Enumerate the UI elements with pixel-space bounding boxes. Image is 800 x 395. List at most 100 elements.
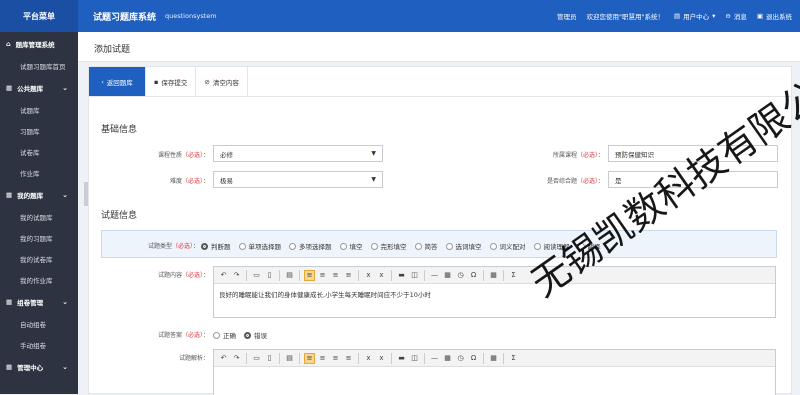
label-colon: ： — [202, 355, 209, 362]
superscript-icon[interactable]: x — [376, 353, 387, 364]
type-option-cloze[interactable]: 完形填空 — [370, 241, 407, 251]
nature-select[interactable]: 必修 ▼ — [213, 145, 383, 162]
answer-option-wrong[interactable]: 错误 — [244, 330, 267, 340]
format-icon[interactable]: ▤ — [284, 270, 295, 281]
paste-icon[interactable]: ▭ — [251, 270, 262, 281]
redo-icon[interactable]: ↷ — [231, 270, 242, 281]
sidebar-group-mine[interactable]: ▦ 我的题库 ⌄ — [0, 183, 78, 206]
editor-toolbar: ↶ ↷ ▭ ▯ ▤ ≡ ≡ ≡ ≡ xx ▬ ◫ — ▦ ◷ Ω ▦ Σ — [214, 267, 775, 284]
table-icon[interactable]: ▦ — [488, 270, 499, 281]
sidebar-item-test-bank[interactable]: 试题库 — [0, 99, 78, 120]
time-icon[interactable]: ◷ — [455, 353, 466, 364]
subscript-icon[interactable]: x — [363, 353, 374, 364]
sidebar-group-compose[interactable]: ▦ 组卷管理 ⌄ — [0, 290, 78, 313]
field-label-content: 试题内容（必选）： — [109, 270, 209, 279]
time-icon[interactable]: ◷ — [455, 270, 466, 281]
sidebar-item-homework-bank[interactable]: 作业库 — [0, 162, 78, 183]
sidebar-item-paper-bank[interactable]: 试卷库 — [0, 141, 78, 162]
subscript-icon[interactable]: x — [363, 270, 374, 281]
platform-menu-title[interactable]: 平台菜单 — [0, 0, 78, 32]
align-justify-icon[interactable]: ≡ — [343, 353, 354, 364]
sidebar-item-my-test-bank[interactable]: 我的试题库 — [0, 206, 78, 227]
sidebar-item-my-homework-bank[interactable]: 我的作业库 — [0, 269, 78, 290]
type-option-single-choice[interactable]: 单项选择题 — [238, 241, 282, 251]
align-right-icon[interactable]: ≡ — [330, 353, 341, 364]
sidebar-group-bank-system[interactable]: ⌂ 题库管理系统 — [0, 32, 78, 55]
undo-icon[interactable]: ↶ — [218, 270, 229, 281]
logout-link[interactable]: ▣ 退出系统 — [757, 11, 792, 21]
chevron-down-icon: ⌄ — [62, 362, 68, 371]
undo-icon[interactable]: ↶ — [218, 353, 229, 364]
chevron-down-icon: ▾ — [712, 12, 716, 20]
date-icon[interactable]: ▦ — [442, 270, 453, 281]
omega-icon[interactable]: Ω — [468, 353, 479, 364]
label-colon: ： — [202, 152, 209, 159]
content-editor[interactable]: ↶ ↷ ▭ ▯ ▤ ≡ ≡ ≡ ≡ xx ▬ ◫ — ▦ ◷ Ω ▦ Σ 良好的睡眠能让我们的身体… — [213, 266, 776, 318]
align-center-icon[interactable]: ≡ — [317, 270, 328, 281]
caret-down-icon: ▼ — [371, 176, 376, 183]
paste-text-icon[interactable]: ▯ — [264, 353, 275, 364]
superscript-icon[interactable]: x — [376, 270, 387, 281]
field-label-type: 试题类型（必选）： — [109, 241, 199, 250]
page-header: 添加试题 — [78, 32, 800, 62]
answer-option-correct[interactable]: 正确 — [213, 330, 236, 340]
content-text[interactable]: 良好的睡眠能让我们的身体健康成长,小学生每天睡眠时间应不少于10小时 — [214, 284, 775, 304]
horizontal-rule-icon[interactable]: — — [429, 270, 440, 281]
type-option-fill-blank[interactable]: 填空 — [339, 241, 363, 251]
sidebar-item-my-exercise-bank[interactable]: 我的习题库 — [0, 227, 78, 248]
messages-link[interactable]: ⊖ 消息 — [725, 11, 746, 21]
sidebar-item-my-paper-bank[interactable]: 我的试卷库 — [0, 248, 78, 269]
clear-button[interactable]: ⊘ 清空内容 — [196, 67, 248, 96]
align-left-icon[interactable]: ≡ — [304, 352, 315, 364]
type-option-true-false[interactable]: 判断题 — [201, 241, 231, 251]
sidebar-group-admin[interactable]: ▦ 管理中心 ⌄ — [0, 355, 78, 378]
sidebar-item-home[interactable]: 试题习题库首页 — [0, 55, 78, 76]
paste-icon[interactable]: ▭ — [251, 353, 262, 364]
form-panel: ‹ 返回题库 ▪ 保存提交 ⊘ 清空内容 基础信息 课程性质（必选）： 必修 ▼ 难度（… — [88, 66, 792, 395]
align-justify-icon[interactable]: ≡ — [343, 270, 354, 281]
paste-text-icon[interactable]: ▯ — [264, 270, 275, 281]
image-icon[interactable]: ▬ — [396, 270, 407, 281]
app-subtitle: questionsystem — [165, 12, 217, 20]
label-text: 试题内容 — [157, 272, 182, 279]
section-basic-info: 基础信息 — [101, 125, 138, 135]
sigma-icon[interactable]: Σ — [508, 270, 519, 281]
field-label-combined: 是否综合题（必选）： — [504, 176, 604, 185]
option-label: 填空 — [349, 243, 363, 251]
difficulty-select[interactable]: 极易 ▼ — [213, 171, 383, 188]
type-option-multi-choice[interactable]: 多项选择题 — [289, 241, 332, 251]
sigma-icon[interactable]: Σ — [508, 353, 519, 364]
align-left-icon[interactable]: ≡ — [304, 269, 315, 281]
sidebar-item-manual-compose[interactable]: 手动组卷 — [0, 334, 78, 355]
format-icon[interactable]: ▤ — [284, 353, 295, 364]
option-label: 单项选择题 — [248, 243, 282, 251]
messages-label: 消息 — [733, 13, 747, 21]
sidebar-item-auto-compose[interactable]: 自动组卷 — [0, 313, 78, 334]
user-center-menu[interactable]: ▤ 用户中心 ▾ — [674, 11, 715, 21]
top-bar: 平台菜单 试题习题库系统 questionsystem 管理员 欢迎您使用"职慧… — [0, 0, 800, 32]
clear-label: 清空内容 — [212, 78, 239, 87]
group-label: 我的题库 — [17, 191, 44, 200]
omega-icon[interactable]: Ω — [468, 270, 479, 281]
save-button[interactable]: ▪ 保存提交 — [146, 67, 197, 96]
analysis-editor[interactable]: ↶ ↷ ▭ ▯ ▤ ≡ ≡ ≡ ≡ xx ▬ ◫ — ▦ ◷ Ω ▦ Σ — [213, 349, 776, 395]
horizontal-rule-icon[interactable]: — — [429, 353, 440, 364]
sidebar-group-public[interactable]: ▦ 公共题库 ⌄ — [0, 76, 78, 99]
image-icon[interactable]: ▬ — [396, 353, 407, 364]
date-icon[interactable]: ▦ — [442, 353, 453, 364]
label-text: 试题类型 — [147, 243, 172, 250]
sidebar-item-exercise-bank[interactable]: 习题库 — [0, 120, 78, 141]
type-option-short-answer[interactable]: 简答 — [414, 241, 438, 251]
type-option-word-match[interactable]: 词义配对 — [489, 241, 526, 251]
redo-icon[interactable]: ↷ — [231, 353, 242, 364]
attachment-icon[interactable]: ◫ — [409, 270, 420, 281]
table-icon[interactable]: ▦ — [488, 353, 499, 364]
radio-dot — [244, 331, 251, 339]
align-center-icon[interactable]: ≡ — [317, 353, 328, 364]
back-button[interactable]: ‹ 返回题库 — [89, 67, 146, 96]
label-colon: ： — [192, 243, 199, 250]
attachment-icon[interactable]: ◫ — [409, 353, 420, 364]
save-label: 保存提交 — [161, 78, 188, 87]
align-right-icon[interactable]: ≡ — [330, 270, 341, 281]
type-option-word-fill[interactable]: 选词填空 — [445, 241, 482, 251]
